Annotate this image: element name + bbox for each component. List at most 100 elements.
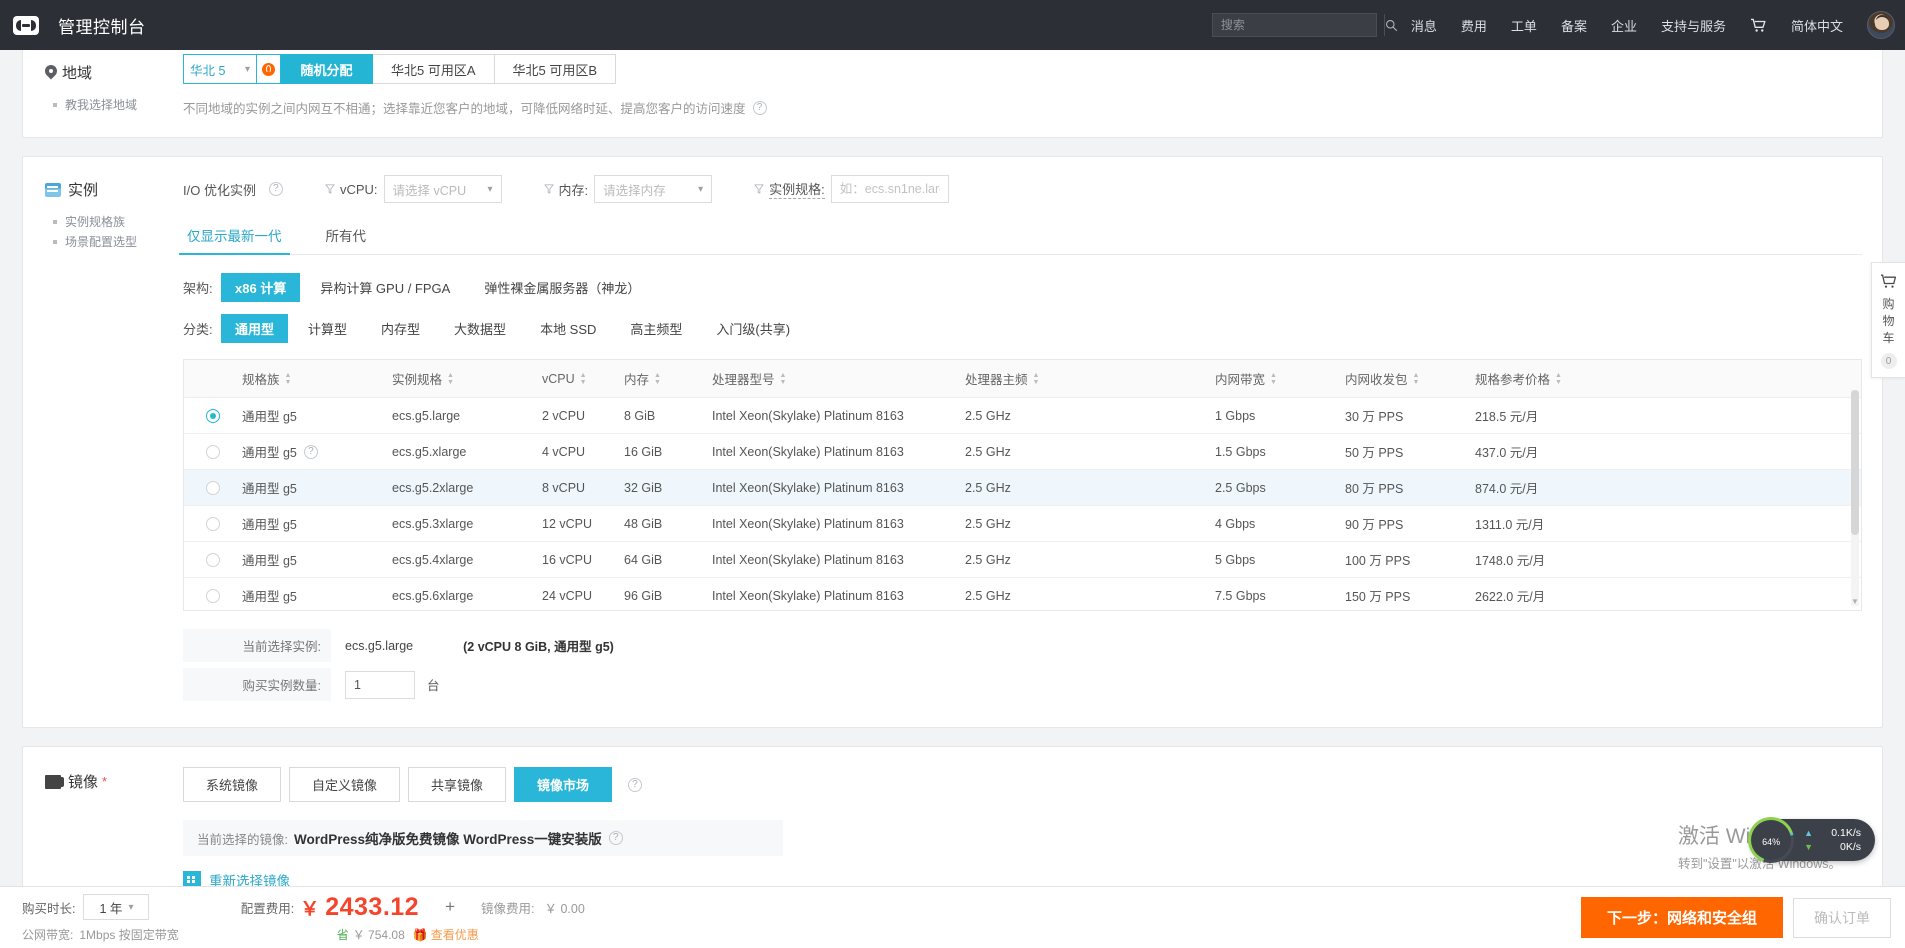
scroll-down-arrow[interactable]: ▼ xyxy=(1851,597,1859,606)
sort-icon[interactable]: ▲ ▼ xyxy=(1033,372,1040,386)
row-radio-cell[interactable] xyxy=(184,397,242,434)
duration-select[interactable]: 1 年 ▾ xyxy=(83,894,150,920)
table-row[interactable]: 通用型 g5? ecs.g5.xlarge 4 vCPU 16 GiB Intel Xe… xyxy=(184,433,1861,470)
sort-icon[interactable]: ▲ ▼ xyxy=(780,372,787,386)
arch-chip-bare-metal[interactable]: 弹性裸金属服务器（神龙） xyxy=(470,273,654,302)
instance-radio[interactable] xyxy=(206,552,220,567)
currency-symbol: ￥ xyxy=(300,898,320,920)
sort-icon[interactable]: ▲ ▼ xyxy=(580,372,587,386)
performance-float-widget[interactable]: 64% ▲ 0.1K/s ▼ 0K/s xyxy=(1750,819,1875,861)
nav-link-language[interactable]: 简体中文 xyxy=(1779,16,1855,35)
table-row[interactable]: 通用型 g5 ecs.g5.3xlarge 12 vCPU 48 GiB Intel X… xyxy=(184,505,1861,542)
nav-link-support[interactable]: 支持与服务 xyxy=(1649,16,1738,35)
sort-icon[interactable]: ▲ ▼ xyxy=(1270,372,1277,386)
instance-radio[interactable] xyxy=(206,444,220,459)
zone-button-a[interactable]: 华北5 可用区A xyxy=(373,54,495,84)
help-icon[interactable]: ? xyxy=(628,777,643,792)
th-family[interactable]: 规格族 ▲ ▼ xyxy=(242,360,392,398)
spec-filter-input[interactable] xyxy=(830,175,949,203)
th-cpu-freq[interactable]: 处理器主频 ▲ ▼ xyxy=(965,360,1215,398)
current-instance-value: ecs.g5.large xyxy=(345,638,414,653)
spec-filter-label[interactable]: 实例规格: xyxy=(769,179,825,199)
sort-icon[interactable]: ▲ ▼ xyxy=(1413,372,1420,386)
reselect-image-row[interactable]: 重新选择镜像 xyxy=(183,870,1862,886)
sidebar-link-scenario-config[interactable]: 场景配置选型 xyxy=(45,232,183,252)
shopping-cart-icon[interactable] xyxy=(1738,18,1779,33)
row-radio-cell[interactable] xyxy=(184,505,242,542)
help-icon[interactable]: ? xyxy=(268,182,283,196)
search-input[interactable] xyxy=(1212,18,1384,32)
tab-all-generations[interactable]: 所有代 xyxy=(322,225,371,254)
zone-button-b[interactable]: 华北5 可用区B xyxy=(494,54,617,84)
search-icon[interactable] xyxy=(1383,14,1398,36)
category-chip-compute[interactable]: 计算型 xyxy=(294,314,361,343)
current-image-row: 当前选择的镜像: WordPress纯净版免费镜像 WordPress一键安装版… xyxy=(183,820,783,856)
search-box[interactable] xyxy=(1211,13,1398,37)
cell-vcpu: 12 vCPU xyxy=(542,505,624,542)
nav-link-messages[interactable]: 消息 xyxy=(1399,16,1449,35)
cell-family: 通用型 g5 xyxy=(242,577,392,610)
arch-chip-gpu-fpga[interactable]: 异构计算 GPU / FPGA xyxy=(306,273,464,302)
view-discount-link[interactable]: 查看优惠 xyxy=(431,926,479,943)
sidebar-link-instance-family[interactable]: 实例规格族 xyxy=(45,212,183,232)
instance-radio[interactable] xyxy=(206,480,220,495)
instance-radio[interactable] xyxy=(206,588,220,603)
table-scrollbar[interactable]: ▼ xyxy=(1851,390,1859,606)
image-tab-shared[interactable]: 共享镜像 xyxy=(408,767,507,802)
reselect-image-link[interactable]: 重新选择镜像 xyxy=(209,870,290,886)
nav-link-billing[interactable]: 费用 xyxy=(1449,16,1499,35)
sort-icon[interactable]: ▲ ▼ xyxy=(285,372,292,386)
sort-icon[interactable]: ▲ ▼ xyxy=(1555,372,1562,386)
instance-radio[interactable] xyxy=(206,408,220,423)
image-tab-custom[interactable]: 自定义镜像 xyxy=(289,767,401,802)
sort-icon[interactable]: ▲ ▼ xyxy=(654,372,661,386)
category-chip-high-freq[interactable]: 高主频型 xyxy=(616,314,696,343)
vcpu-filter-select[interactable]: 请选择 vCPU ▾ xyxy=(383,175,502,203)
th-memory[interactable]: 内存 ▲ ▼ xyxy=(624,360,712,398)
category-chip-bigdata[interactable]: 大数据型 xyxy=(440,314,520,343)
confirm-order-button[interactable]: 确认订单 xyxy=(1793,897,1891,938)
help-icon[interactable]: ? xyxy=(608,831,623,845)
arch-chip-x86[interactable]: x86 计算 xyxy=(221,273,301,302)
next-step-button[interactable]: 下一步：网络和安全组 xyxy=(1580,897,1783,938)
category-chip-local-ssd[interactable]: 本地 SSD xyxy=(526,314,610,343)
table-row[interactable]: 通用型 g5 ecs.g5.2xlarge 8 vCPU 32 GiB Intel Xe… xyxy=(184,469,1861,506)
user-avatar[interactable] xyxy=(1867,11,1895,39)
th-spec[interactable]: 实例规格 ▲ ▼ xyxy=(392,360,542,398)
image-tab-marketplace[interactable]: 镜像市场 xyxy=(514,767,613,802)
side-shopping-cart[interactable]: 购 物 车 0 xyxy=(1871,262,1905,378)
nav-link-icp[interactable]: 备案 xyxy=(1549,16,1599,35)
row-radio-cell[interactable] xyxy=(184,433,242,470)
th-pps[interactable]: 内网收发包 ▲ ▼ xyxy=(1345,360,1475,398)
row-radio-cell[interactable] xyxy=(184,541,242,578)
table-row[interactable]: 通用型 g5 ecs.g5.4xlarge 16 vCPU 64 GiB Intel X… xyxy=(184,541,1861,578)
th-vcpu[interactable]: vCPU ▲ ▼ xyxy=(542,360,624,398)
category-chip-general[interactable]: 通用型 xyxy=(221,314,289,343)
region-dropdown[interactable]: 华北 5 ▾ xyxy=(183,54,257,84)
nav-link-enterprise[interactable]: 企业 xyxy=(1599,16,1649,35)
sort-icon[interactable]: ▲ ▼ xyxy=(447,372,454,386)
th-price[interactable]: 规格参考价格 ▲ ▼ xyxy=(1475,360,1861,398)
memory-filter-select[interactable]: 请选择内存 ▾ xyxy=(594,175,713,203)
image-tab-system[interactable]: 系统镜像 xyxy=(183,767,282,802)
instance-radio[interactable] xyxy=(206,516,220,531)
category-chip-memory[interactable]: 内存型 xyxy=(367,314,434,343)
sidebar-link-teach-region[interactable]: 教我选择地域 xyxy=(45,95,183,115)
table-row[interactable]: 通用型 g5 ecs.g5.large 2 vCPU 8 GiB Intel Xeon(… xyxy=(184,397,1861,434)
scrollbar-thumb[interactable] xyxy=(1851,390,1859,535)
instance-card: 实例 实例规格族 场景配置选型 I/O 优化实例 ? vCPU: 请选择 vCP… xyxy=(22,156,1883,728)
help-icon[interactable]: ? xyxy=(752,100,767,115)
tab-latest-generation[interactable]: 仅显示最新一代 xyxy=(179,225,289,255)
category-chip-entry-shared[interactable]: 入门级(共享) xyxy=(702,314,804,343)
brand-logo[interactable] xyxy=(0,15,52,35)
row-radio-cell[interactable] xyxy=(184,469,242,506)
zone-button-random[interactable]: 随机分配 xyxy=(281,54,373,84)
th-cpu-model[interactable]: 处理器型号 ▲ ▼ xyxy=(712,360,965,398)
instance-quantity-input[interactable] xyxy=(345,670,415,699)
bandwidth-row: 公网带宽: 1Mbps 按固定带宽 xyxy=(22,926,179,943)
th-bandwidth[interactable]: 内网带宽 ▲ ▼ xyxy=(1215,360,1345,398)
row-radio-cell[interactable] xyxy=(184,577,242,610)
nav-link-tickets[interactable]: 工单 xyxy=(1499,16,1549,35)
help-icon[interactable]: ? xyxy=(303,444,318,459)
table-row[interactable]: 通用型 g5 ecs.g5.6xlarge 24 vCPU 96 GiB Intel X… xyxy=(184,577,1861,610)
